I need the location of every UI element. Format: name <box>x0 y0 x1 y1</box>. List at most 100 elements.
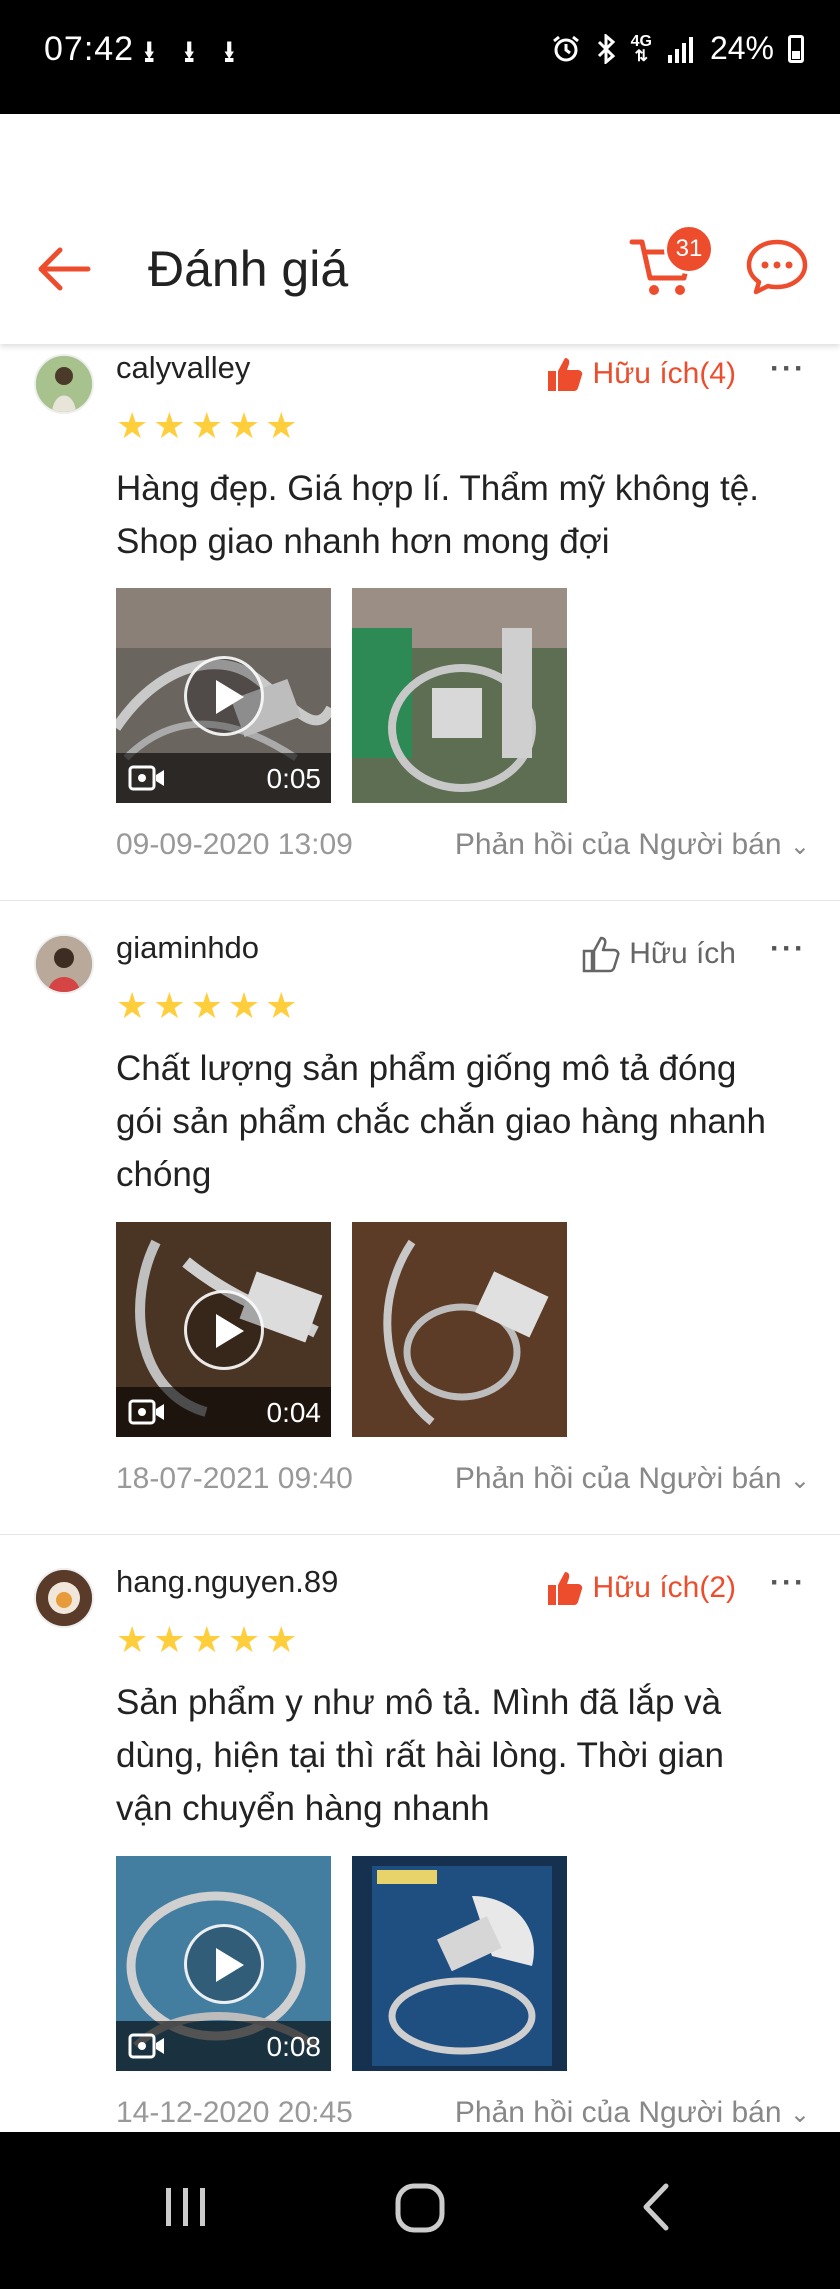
review-image-thumbnail[interactable] <box>352 1856 567 2071</box>
recent-apps-icon[interactable] <box>162 2182 210 2232</box>
reviewer-username[interactable]: giaminhdo <box>116 930 259 966</box>
star-icon: ★ <box>116 1619 149 1660</box>
chat-icon[interactable] <box>744 234 810 300</box>
download-icon: ⭳ <box>144 36 155 69</box>
helpful-button[interactable]: Hữu ích(2) <box>545 1568 736 1608</box>
thumbs-up-icon <box>547 1572 582 1605</box>
download-icon: ⭳ <box>184 36 195 69</box>
review-text-line: Chất lượng sản phẩm giống mô tả đóng <box>116 1049 737 1088</box>
video-duration: 0:04 <box>266 1397 322 1428</box>
star-icon: ★ <box>190 1619 223 1660</box>
seller-reply-label: Phản hồi của Người bán <box>454 828 782 861</box>
back-arrow-icon[interactable] <box>30 234 100 304</box>
back-icon[interactable] <box>636 2182 676 2232</box>
top-app-bar: Đánh giá 31 <box>0 114 840 344</box>
status-bar: 07:42 ⭳ ⭳ ⭳ 4G ⇅ 24% <box>0 0 840 114</box>
reviewer-username[interactable]: calyvalley <box>116 350 250 386</box>
play-icon[interactable] <box>184 656 264 736</box>
video-duration: 0:08 <box>266 2031 322 2062</box>
seller-reply-toggle[interactable]: Phản hồi của Người bán ⌄ <box>455 2096 810 2130</box>
avatar[interactable] <box>34 934 94 994</box>
star-icon: ★ <box>227 985 261 1026</box>
review-text-line: chóng <box>116 1155 212 1194</box>
review-date: 14-12-2020 20:45 <box>116 2096 353 2129</box>
video-camera-icon <box>128 2033 164 2059</box>
helpful-button[interactable]: Hữu ích <box>581 934 736 974</box>
chevron-down-icon: ⌄ <box>789 833 810 860</box>
thumbs-up-icon <box>582 936 620 973</box>
rating-stars: ★ ★ ★ ★ ★ <box>116 988 297 1024</box>
star-icon: ★ <box>265 405 298 446</box>
star-icon: ★ <box>190 405 223 446</box>
download-icon: ⭳ <box>224 36 235 69</box>
more-options-icon[interactable]: ··· <box>770 1566 806 1600</box>
reviewer-username[interactable]: hang.nguyen.89 <box>116 1564 338 1600</box>
divider <box>0 900 840 901</box>
review-image-thumbnail[interactable] <box>352 1222 567 1437</box>
star-icon: ★ <box>265 985 298 1026</box>
review-text-line: vận chuyển hàng nhanh <box>116 1789 490 1828</box>
cart-count-badge: 31 <box>664 224 714 274</box>
star-icon: ★ <box>190 985 223 1026</box>
star-icon: ★ <box>153 1619 186 1660</box>
status-time: 07:42 <box>44 30 135 68</box>
review-list[interactable]: calyvalley Hữu ích(4) ··· ★ ★ ★ ★ ★ Hàng đẹp… <box>0 344 840 2132</box>
review-text-line: gói sản phẩm chắc chắn giao hàng nhanh <box>116 1102 766 1141</box>
network-type: 4G ⇅ <box>630 32 652 65</box>
review-text: Hàng đẹp. Giá hợp lí. Thẩm mỹ không tệ. … <box>116 462 806 568</box>
alarm-icon <box>552 35 579 61</box>
helpful-label: Hữu ích(4) <box>592 357 736 390</box>
review-video-thumbnail[interactable]: 0:08 <box>116 1856 331 2071</box>
review-text: Sản phẩm y như mô tả. Mình đã lắp và dùn… <box>116 1676 806 1835</box>
video-info-bar: 0:04 <box>116 1387 331 1437</box>
video-info-bar: 0:08 <box>116 2021 331 2071</box>
system-navigation-bar <box>0 2132 840 2289</box>
review-text: Chất lượng sản phẩm giống mô tả đóng gói… <box>116 1042 806 1201</box>
review-text-line: dùng, hiện tại thì rất hài lòng. Thời gi… <box>116 1736 724 1775</box>
helpful-label: Hữu ích(2) <box>592 1571 736 1604</box>
review-video-thumbnail[interactable]: 0:04 <box>116 1222 331 1437</box>
star-icon: ★ <box>227 405 261 446</box>
review-text-line: Sản phẩm y như mô tả. Mình đã lắp và <box>116 1683 722 1722</box>
review-text-line: Hàng đẹp. Giá hợp lí. Thẩm mỹ không tệ. <box>116 469 759 508</box>
review-image-thumbnail[interactable] <box>352 588 567 803</box>
signal-icon <box>667 36 693 63</box>
helpful-button[interactable]: Hữu ích(4) <box>545 354 736 394</box>
star-icon: ★ <box>265 1619 298 1660</box>
seller-reply-label: Phản hồi của Người bán <box>454 1462 782 1495</box>
video-camera-icon <box>128 765 164 791</box>
battery-icon <box>788 34 804 63</box>
seller-reply-toggle[interactable]: Phản hồi của Người bán ⌄ <box>455 1462 810 1496</box>
bluetooth-icon <box>597 33 615 64</box>
rating-stars: ★ ★ ★ ★ ★ <box>116 408 297 444</box>
seller-reply-toggle[interactable]: Phản hồi của Người bán ⌄ <box>455 828 810 862</box>
avatar[interactable] <box>34 1568 94 1628</box>
review-date: 09-09-2020 13:09 <box>116 828 353 861</box>
divider <box>0 1534 840 1535</box>
review-video-thumbnail[interactable]: 0:05 <box>116 588 331 803</box>
video-duration: 0:05 <box>266 763 322 794</box>
seller-reply-label: Phản hồi của Người bán <box>454 2096 782 2129</box>
more-options-icon[interactable]: ··· <box>770 932 806 966</box>
star-icon: ★ <box>153 985 186 1026</box>
play-icon[interactable] <box>184 1924 264 2004</box>
page-title: Đánh giá <box>148 241 349 297</box>
battery-percent: 24% <box>709 30 774 66</box>
star-icon: ★ <box>153 405 186 446</box>
video-info-bar: 0:05 <box>116 753 331 803</box>
star-icon: ★ <box>116 985 149 1026</box>
video-camera-icon <box>128 1399 164 1425</box>
more-options-icon[interactable]: ··· <box>770 352 806 386</box>
avatar[interactable] <box>34 354 94 414</box>
helpful-label: Hữu ích <box>629 937 736 970</box>
star-icon: ★ <box>227 1619 261 1660</box>
star-icon: ★ <box>116 405 149 446</box>
home-icon[interactable] <box>394 2182 446 2234</box>
chevron-down-icon: ⌄ <box>789 1467 810 1494</box>
thumbs-up-icon <box>547 358 582 391</box>
review-date: 18-07-2021 09:40 <box>116 1462 353 1495</box>
review-text-line: Shop giao nhanh hơn mong đợi <box>116 522 610 561</box>
play-icon[interactable] <box>184 1290 264 1370</box>
rating-stars: ★ ★ ★ ★ ★ <box>116 1622 297 1658</box>
chevron-down-icon: ⌄ <box>789 2101 810 2128</box>
